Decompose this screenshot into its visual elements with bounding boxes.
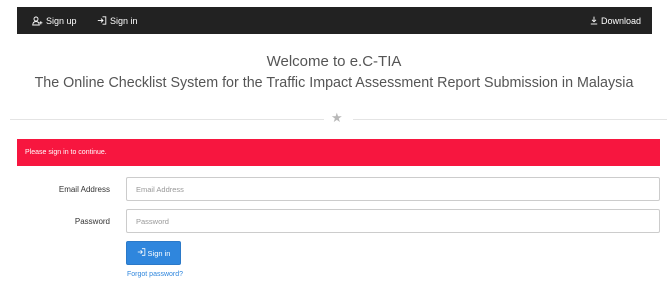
star-icon: ★: [331, 110, 343, 125]
nav-signin-link[interactable]: Sign in: [97, 7, 138, 34]
alert-message: Please sign in to continue.: [25, 149, 107, 156]
nav-download-link[interactable]: Download: [590, 7, 641, 34]
nav-download-label: Download: [600, 15, 641, 26]
nav-signup-label: Sign up: [46, 15, 77, 26]
sign-in-icon: [97, 16, 107, 25]
signin-button-label: Sign in: [147, 248, 171, 258]
download-icon: [590, 16, 598, 25]
add-user-icon: [32, 16, 43, 26]
divider-right-line: [353, 119, 667, 120]
password-label: Password: [74, 217, 110, 226]
email-label: Email Address: [58, 185, 110, 194]
nav-signup-link[interactable]: Sign up: [32, 7, 77, 34]
sign-in-icon: [137, 248, 146, 258]
password-input[interactable]: [126, 209, 660, 233]
divider-left-line: [10, 119, 324, 120]
top-navbar: Sign up Sign in Download: [17, 7, 652, 34]
signin-required-alert: Please sign in to continue.: [17, 139, 660, 166]
email-input[interactable]: [126, 177, 660, 201]
nav-signin-label: Sign in: [110, 15, 138, 26]
forgot-password-link[interactable]: Forgot password?: [127, 271, 183, 278]
welcome-title: Welcome to e.C-TIA: [266, 53, 402, 70]
login-page: Sign up Sign in Download Welcome to e.C-…: [0, 0, 668, 306]
system-subtitle: The Online Checklist System for the Traf…: [34, 75, 634, 91]
signin-button[interactable]: Sign in: [126, 241, 181, 265]
